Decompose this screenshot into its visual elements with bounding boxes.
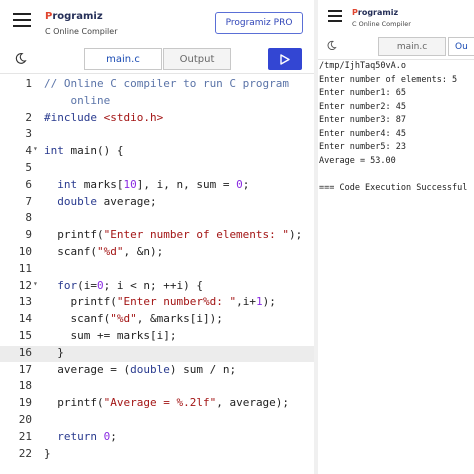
code-text: printf("Average = %.2lf", average); xyxy=(44,396,290,410)
code-line[interactable]: 19 printf("Average = %.2lf", average); xyxy=(0,396,314,412)
code-text: // Online C compiler to run C program xyxy=(44,77,290,90)
code-text: int main() { xyxy=(44,144,124,158)
code-line[interactable]: 13 printf("Enter number%d: ",i+1); xyxy=(0,295,314,311)
code-text: int marks[10], i, n, sum = 0; xyxy=(57,177,250,191)
line-number: 9 xyxy=(25,228,32,242)
line-number: 3 xyxy=(25,127,32,141)
fold-arrow-icon[interactable]: ▾ xyxy=(33,279,38,288)
code-line[interactable]: online xyxy=(0,94,314,110)
code-line[interactable]: 9 printf("Enter number of elements: "); xyxy=(0,228,314,244)
line-number: 15 xyxy=(18,329,32,342)
line-number: 12 xyxy=(18,278,32,292)
brand-name: rogramiz xyxy=(357,8,399,17)
editor-panel: Programiz C Online Compiler Programiz PR… xyxy=(0,0,314,474)
code-text: sum += marks[i]; xyxy=(44,329,177,342)
code-line[interactable]: 16 } xyxy=(0,345,314,362)
brand-name: rogramiz xyxy=(52,11,103,22)
code-line[interactable]: 11 xyxy=(0,262,314,278)
code-text: online xyxy=(44,93,111,107)
code-text: } xyxy=(44,446,51,460)
code-text: #include <stdio.h> xyxy=(44,110,164,124)
code-line[interactable]: 6 int marks[10], i, n, sum = 0; xyxy=(0,178,314,194)
output-line: Average = 53.00 xyxy=(319,155,396,166)
output-toolbar: main.c Ou xyxy=(318,34,474,60)
code-line[interactable]: 12 ▾ for(i=0; i < n; ++i) { xyxy=(0,279,314,295)
line-number: 18 xyxy=(18,379,32,393)
code-line[interactable]: 8 xyxy=(0,211,314,227)
output-line: Enter number1: 65 xyxy=(319,88,406,98)
code-text: printf("Enter number of elements: "); xyxy=(44,228,303,242)
output-line: Enter number4: 45 xyxy=(319,128,406,139)
code-line[interactable]: 1 // Online C compiler to run C program xyxy=(0,77,314,93)
code-text: } xyxy=(44,345,64,359)
line-number: 20 xyxy=(18,413,32,426)
line-number: 13 xyxy=(18,295,32,309)
tab-main-c[interactable]: main.c xyxy=(84,48,162,70)
code-line[interactable]: 18 xyxy=(0,379,314,395)
output-line: Enter number of elements: 5 xyxy=(319,74,458,85)
output-line: Enter number5: 23 xyxy=(319,142,406,152)
code-line[interactable]: 10 scanf("%d", &n); xyxy=(0,245,314,261)
editor-toolbar: main.c Output xyxy=(0,44,314,74)
compiler-subtitle: C Online Compiler xyxy=(352,20,411,28)
header: Programiz C Online Compiler Programiz PR… xyxy=(0,0,314,44)
code-editor[interactable]: 1 // Online C compiler to run C program o… xyxy=(0,75,314,474)
tab-main-c[interactable]: main.c xyxy=(378,37,446,56)
brand-logo[interactable]: Programiz xyxy=(45,11,103,22)
hamburger-icon[interactable] xyxy=(328,10,342,22)
line-number: 2 xyxy=(25,110,32,124)
line-number: 4 xyxy=(25,144,32,158)
code-line[interactable]: 15 sum += marks[i]; xyxy=(0,329,314,345)
moon-icon[interactable] xyxy=(14,52,27,65)
code-line[interactable]: 2 #include <stdio.h> xyxy=(0,111,314,127)
code-line[interactable]: 17 average = (double) sum / n; xyxy=(0,363,314,379)
fold-arrow-icon[interactable]: ▾ xyxy=(33,144,38,153)
line-number: 19 xyxy=(18,396,32,410)
code-line[interactable]: 22} xyxy=(0,447,314,463)
line-number: 22 xyxy=(18,446,32,460)
code-line[interactable]: 21 return 0; xyxy=(0,430,314,446)
code-line[interactable]: 14 scanf("%d", &marks[i]); xyxy=(0,312,314,328)
code-line[interactable]: 20 xyxy=(0,413,314,429)
output-line: === Code Execution Successful xyxy=(319,182,468,193)
line-number: 16 xyxy=(18,345,32,359)
moon-icon[interactable] xyxy=(326,40,337,51)
run-button[interactable] xyxy=(268,48,302,70)
code-text: return 0; xyxy=(57,429,117,443)
line-number: 5 xyxy=(25,161,32,174)
code-text: for(i=0; i < n; ++i) { xyxy=(57,278,203,292)
line-number: 14 xyxy=(18,312,32,326)
line-number: 1 xyxy=(25,77,32,90)
code-text: average = (double) sum / n; xyxy=(44,362,237,376)
line-number: 11 xyxy=(18,261,32,275)
code-text: scanf("%d", &n); xyxy=(44,245,164,258)
code-line[interactable]: 7 double average; xyxy=(0,195,314,211)
line-number: 6 xyxy=(25,177,32,191)
line-number: 10 xyxy=(18,245,32,258)
code-line[interactable]: 4 ▾ int main() { xyxy=(0,144,314,160)
line-number: 7 xyxy=(25,194,32,208)
code-text: scanf("%d", &marks[i]); xyxy=(44,312,223,326)
line-number: 8 xyxy=(25,211,32,225)
tab-output[interactable]: Output xyxy=(163,48,231,70)
output-line: Enter number2: 45 xyxy=(319,101,406,112)
output-line: Enter number3: 87 xyxy=(319,115,406,125)
code-text: printf("Enter number%d: ",i+1); xyxy=(44,295,276,309)
programiz-pro-button[interactable]: Programiz PRO xyxy=(215,12,303,34)
hamburger-icon[interactable] xyxy=(13,13,31,27)
code-line[interactable]: 3 xyxy=(0,127,314,143)
compiler-subtitle: C Online Compiler xyxy=(45,27,118,36)
output-line: /tmp/IjhTaq50vA.o xyxy=(319,61,406,71)
code-text: double average; xyxy=(57,194,157,208)
play-icon xyxy=(280,53,290,65)
line-number: 17 xyxy=(18,362,32,376)
tab-output[interactable]: Ou xyxy=(448,37,474,56)
line-number: 21 xyxy=(18,429,32,443)
code-line[interactable]: 5 xyxy=(0,161,314,177)
output-panel: Programiz C Online Compiler main.c Ou /t… xyxy=(318,0,474,474)
brand-logo[interactable]: Programiz xyxy=(352,8,398,17)
